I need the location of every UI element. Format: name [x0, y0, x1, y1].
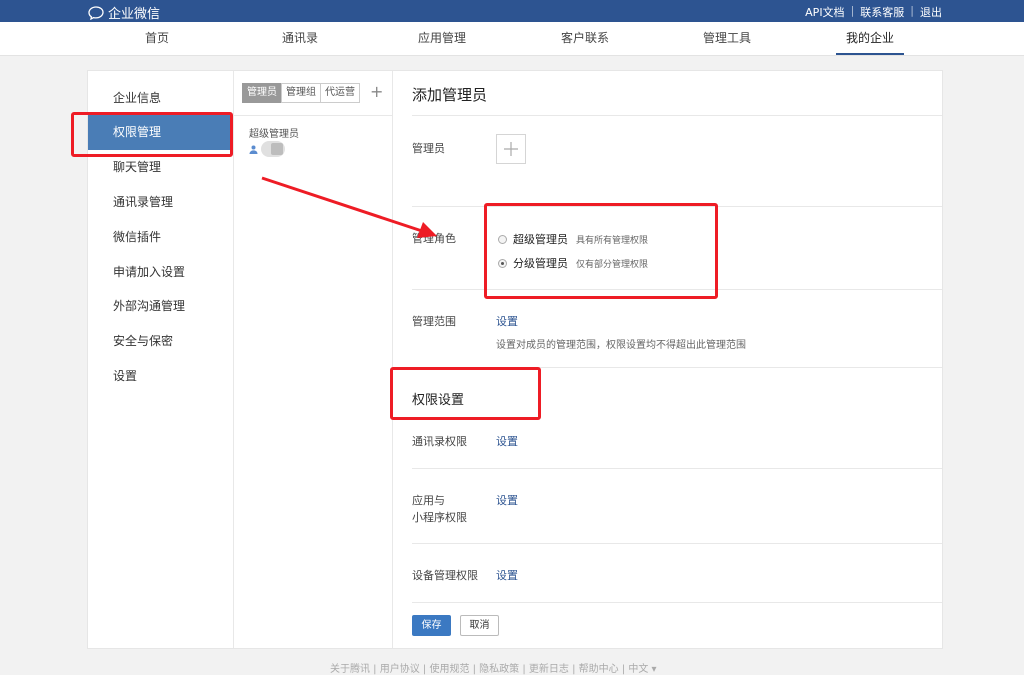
- divider: |: [910, 4, 914, 17]
- scope-label: 管理范围: [412, 315, 456, 328]
- contacts-permission-label: 通讯录权限: [412, 435, 467, 448]
- divider: [412, 543, 942, 544]
- divider: [412, 289, 942, 290]
- tab-agency[interactable]: 代运营: [320, 83, 360, 103]
- nav-home[interactable]: 首页: [87, 22, 227, 55]
- role-desc: 具有所有管理权限: [576, 235, 649, 246]
- sidebar-item-chat-management[interactable]: 聊天管理: [88, 150, 233, 185]
- role-label: 管理角色: [412, 232, 456, 245]
- cancel-button[interactable]: 取消: [460, 615, 499, 636]
- divider: [412, 206, 942, 207]
- tab-admins[interactable]: 管理员: [242, 83, 282, 103]
- nav-app-management[interactable]: 应用管理: [372, 22, 512, 55]
- scope-settings-link[interactable]: 设置: [496, 313, 518, 329]
- role-option-super-admin[interactable]: 超级管理员 具有所有管理权限: [498, 231, 648, 247]
- role-option-sub-admin[interactable]: 分级管理员 仅有部分管理权限: [498, 255, 648, 271]
- admin-tabs: 管理员 管理组 代运营: [242, 83, 360, 103]
- admin-label: 管理员: [412, 142, 445, 155]
- permission-settings-title: 权限设置: [412, 393, 465, 408]
- sidebar-item-contacts-management[interactable]: 通讯录管理: [88, 185, 233, 220]
- role-title: 超级管理员: [513, 233, 568, 246]
- role-title: 分级管理员: [513, 257, 568, 270]
- divider: [412, 367, 942, 368]
- tab-admin-groups[interactable]: 管理组: [281, 83, 321, 103]
- app-logo[interactable]: 企业微信: [88, 3, 160, 22]
- sidebar: 企业信息 权限管理 聊天管理 通讯录管理 微信插件 申请加入设置 外部沟通管理 …: [88, 71, 234, 648]
- sidebar-item-permission-management[interactable]: 权限管理: [88, 115, 233, 150]
- admin-list-panel: 管理员 管理组 代运营 + 超级管理员: [234, 71, 393, 648]
- device-permission-link[interactable]: 设置: [496, 567, 518, 583]
- sidebar-item-security[interactable]: 安全与保密: [88, 324, 233, 359]
- person-icon: [249, 145, 258, 154]
- plus-icon: [504, 142, 518, 156]
- app-permission-link[interactable]: 设置: [496, 492, 518, 508]
- add-admin-form: 添加管理员 管理员 管理角色 超级管理员 具有所有管理权限 分级管理员 仅有部分…: [393, 71, 942, 648]
- add-admin-button[interactable]: [496, 134, 526, 164]
- device-permission-label: 设备管理权限: [412, 569, 478, 582]
- chat-bubble-icon: [88, 5, 104, 20]
- radio-button[interactable]: [498, 234, 507, 244]
- page-title: 添加管理员: [412, 86, 488, 104]
- top-links: API文档 | 联系客服 | 退出: [805, 4, 942, 20]
- contact-support-link[interactable]: 联系客服: [860, 4, 904, 20]
- divider: [412, 115, 942, 116]
- api-docs-link[interactable]: API文档: [805, 4, 844, 20]
- divider: [234, 115, 392, 116]
- plus-icon[interactable]: +: [370, 82, 383, 101]
- sidebar-item-enterprise-info[interactable]: 企业信息: [88, 81, 233, 116]
- contacts-permission-link[interactable]: 设置: [496, 433, 518, 449]
- nav-my-enterprise[interactable]: 我的企业: [800, 22, 940, 55]
- sidebar-item-wechat-plugin[interactable]: 微信插件: [88, 220, 233, 255]
- nav-customer-contact[interactable]: 客户联系: [515, 22, 655, 55]
- admin-avatar[interactable]: [261, 141, 285, 157]
- role-desc: 仅有部分管理权限: [576, 259, 649, 270]
- logo-text: 企业微信: [108, 7, 161, 22]
- logout-link[interactable]: 退出: [920, 4, 942, 20]
- main-nav: 首页 通讯录 应用管理 客户联系 管理工具 我的企业: [0, 22, 1024, 56]
- app-permission-label-line2: 小程序权限: [412, 511, 467, 524]
- app-permission-label-line1: 应用与: [412, 494, 445, 507]
- sidebar-item-join-settings[interactable]: 申请加入设置: [88, 255, 233, 290]
- super-admin-group-label: 超级管理员: [249, 129, 299, 140]
- sidebar-item-external-communication[interactable]: 外部沟通管理: [88, 289, 233, 324]
- nav-contacts[interactable]: 通讯录: [230, 22, 370, 55]
- divider: |: [850, 4, 855, 17]
- top-bar: 企业微信 API文档 | 联系客服 | 退出: [0, 0, 1024, 22]
- nav-management-tools[interactable]: 管理工具: [657, 22, 797, 55]
- divider: [412, 468, 942, 469]
- radio-button[interactable]: [498, 258, 507, 268]
- divider: [412, 602, 942, 603]
- footer-links: 关于腾讯 | 用户协议 | 使用规范 | 隐私政策 | 更新日志 | 帮助中心 …: [330, 664, 657, 675]
- save-button[interactable]: 保存: [412, 615, 451, 636]
- sidebar-item-settings[interactable]: 设置: [88, 359, 233, 394]
- scope-description: 设置对成员的管理范围，权限设置均不得超出此管理范围: [496, 340, 746, 351]
- content-card: 企业信息 权限管理 聊天管理 通讯录管理 微信插件 申请加入设置 外部沟通管理 …: [87, 70, 943, 649]
